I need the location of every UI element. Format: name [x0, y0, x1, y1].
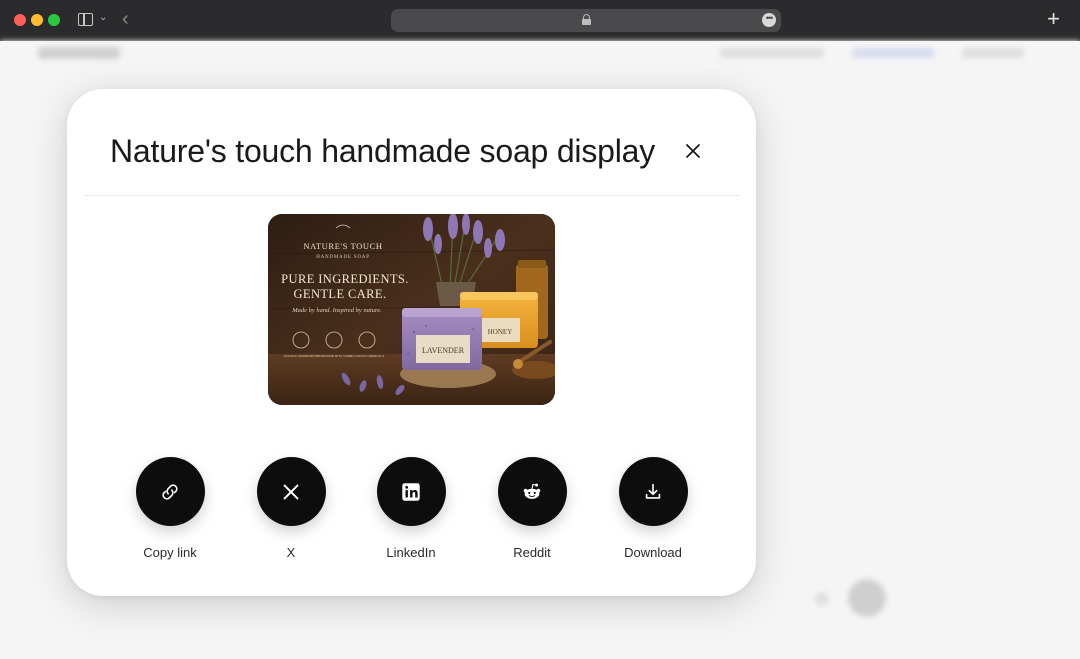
share-linkedin-button[interactable]: LinkedIn — [351, 457, 471, 560]
linkedin-icon — [402, 482, 420, 501]
new-tab-button[interactable]: + — [1047, 8, 1060, 30]
share-reddit-circle — [497, 457, 567, 526]
browser-toolbar: ⌄ ‹ ••• + — [0, 0, 1080, 41]
reddit-icon — [523, 483, 541, 499]
preview-headline-2: GENTLE CARE. — [294, 287, 387, 301]
brand-subtitle: HANDMADE SOAP — [316, 255, 370, 260]
sidebar-toggle-icon[interactable] — [78, 13, 93, 26]
share-x-circle — [256, 457, 326, 526]
share-modal: Nature's touch handmade soap display HON… — [67, 89, 756, 596]
share-x-button[interactable]: X — [231, 457, 351, 560]
more-options-icon[interactable]: ••• — [762, 13, 776, 27]
badge-no-chemicals: NO HARSH CHEMICALS — [350, 354, 384, 358]
close-window-button[interactable] — [14, 14, 26, 26]
background-chat-bubble — [848, 579, 886, 617]
download-button[interactable]: Download — [593, 457, 713, 560]
x-logo-icon — [283, 484, 299, 499]
back-button[interactable]: ‹ — [122, 8, 129, 31]
share-linkedin-circle — [376, 457, 446, 526]
bar-label-honey: HONEY — [488, 328, 513, 336]
share-label: LinkedIn — [386, 545, 436, 560]
preview-tagline: Made by hand. Inspired by nature. — [291, 307, 382, 314]
background-nav-item — [720, 48, 824, 58]
badge-handmade: HANDMADE WITH CARE — [317, 354, 352, 358]
share-options: Copy link X LinkedIn Reddit Download — [67, 457, 756, 567]
share-label: X — [286, 545, 296, 560]
preview-image: HONEY LAVENDER NATURE'S TOUCH HANDMADE S… — [268, 214, 555, 405]
download-icon — [645, 483, 661, 499]
badge-natural: NATURAL INGREDIENTS — [283, 354, 318, 358]
minimize-window-button[interactable] — [31, 14, 43, 26]
background-logo — [38, 47, 120, 59]
close-button[interactable] — [681, 139, 705, 163]
brand-name: NATURE'S TOUCH — [303, 241, 382, 251]
link-icon — [162, 483, 178, 500]
chevron-down-icon[interactable]: ⌄ — [99, 12, 107, 23]
background-dot — [815, 592, 829, 606]
copy-link-button[interactable]: Copy link — [110, 457, 230, 560]
modal-title: Nature's touch handmade soap display — [110, 133, 656, 169]
bar-label-lavender: LAVENDER — [422, 346, 465, 355]
download-circle — [618, 457, 688, 526]
preview-headline-1: PURE INGREDIENTS. — [281, 272, 409, 286]
share-label: Download — [624, 545, 682, 560]
divider — [84, 195, 740, 196]
address-bar[interactable]: ••• — [391, 9, 781, 32]
background-nav-item — [962, 48, 1024, 58]
background-nav-item — [852, 48, 934, 58]
share-label: Copy link — [143, 545, 197, 560]
copy-link-circle — [135, 457, 205, 526]
lock-icon — [582, 14, 591, 25]
close-icon — [686, 144, 700, 158]
maximize-window-button[interactable] — [48, 14, 60, 26]
share-label: Reddit — [513, 545, 551, 560]
share-reddit-button[interactable]: Reddit — [472, 457, 592, 560]
